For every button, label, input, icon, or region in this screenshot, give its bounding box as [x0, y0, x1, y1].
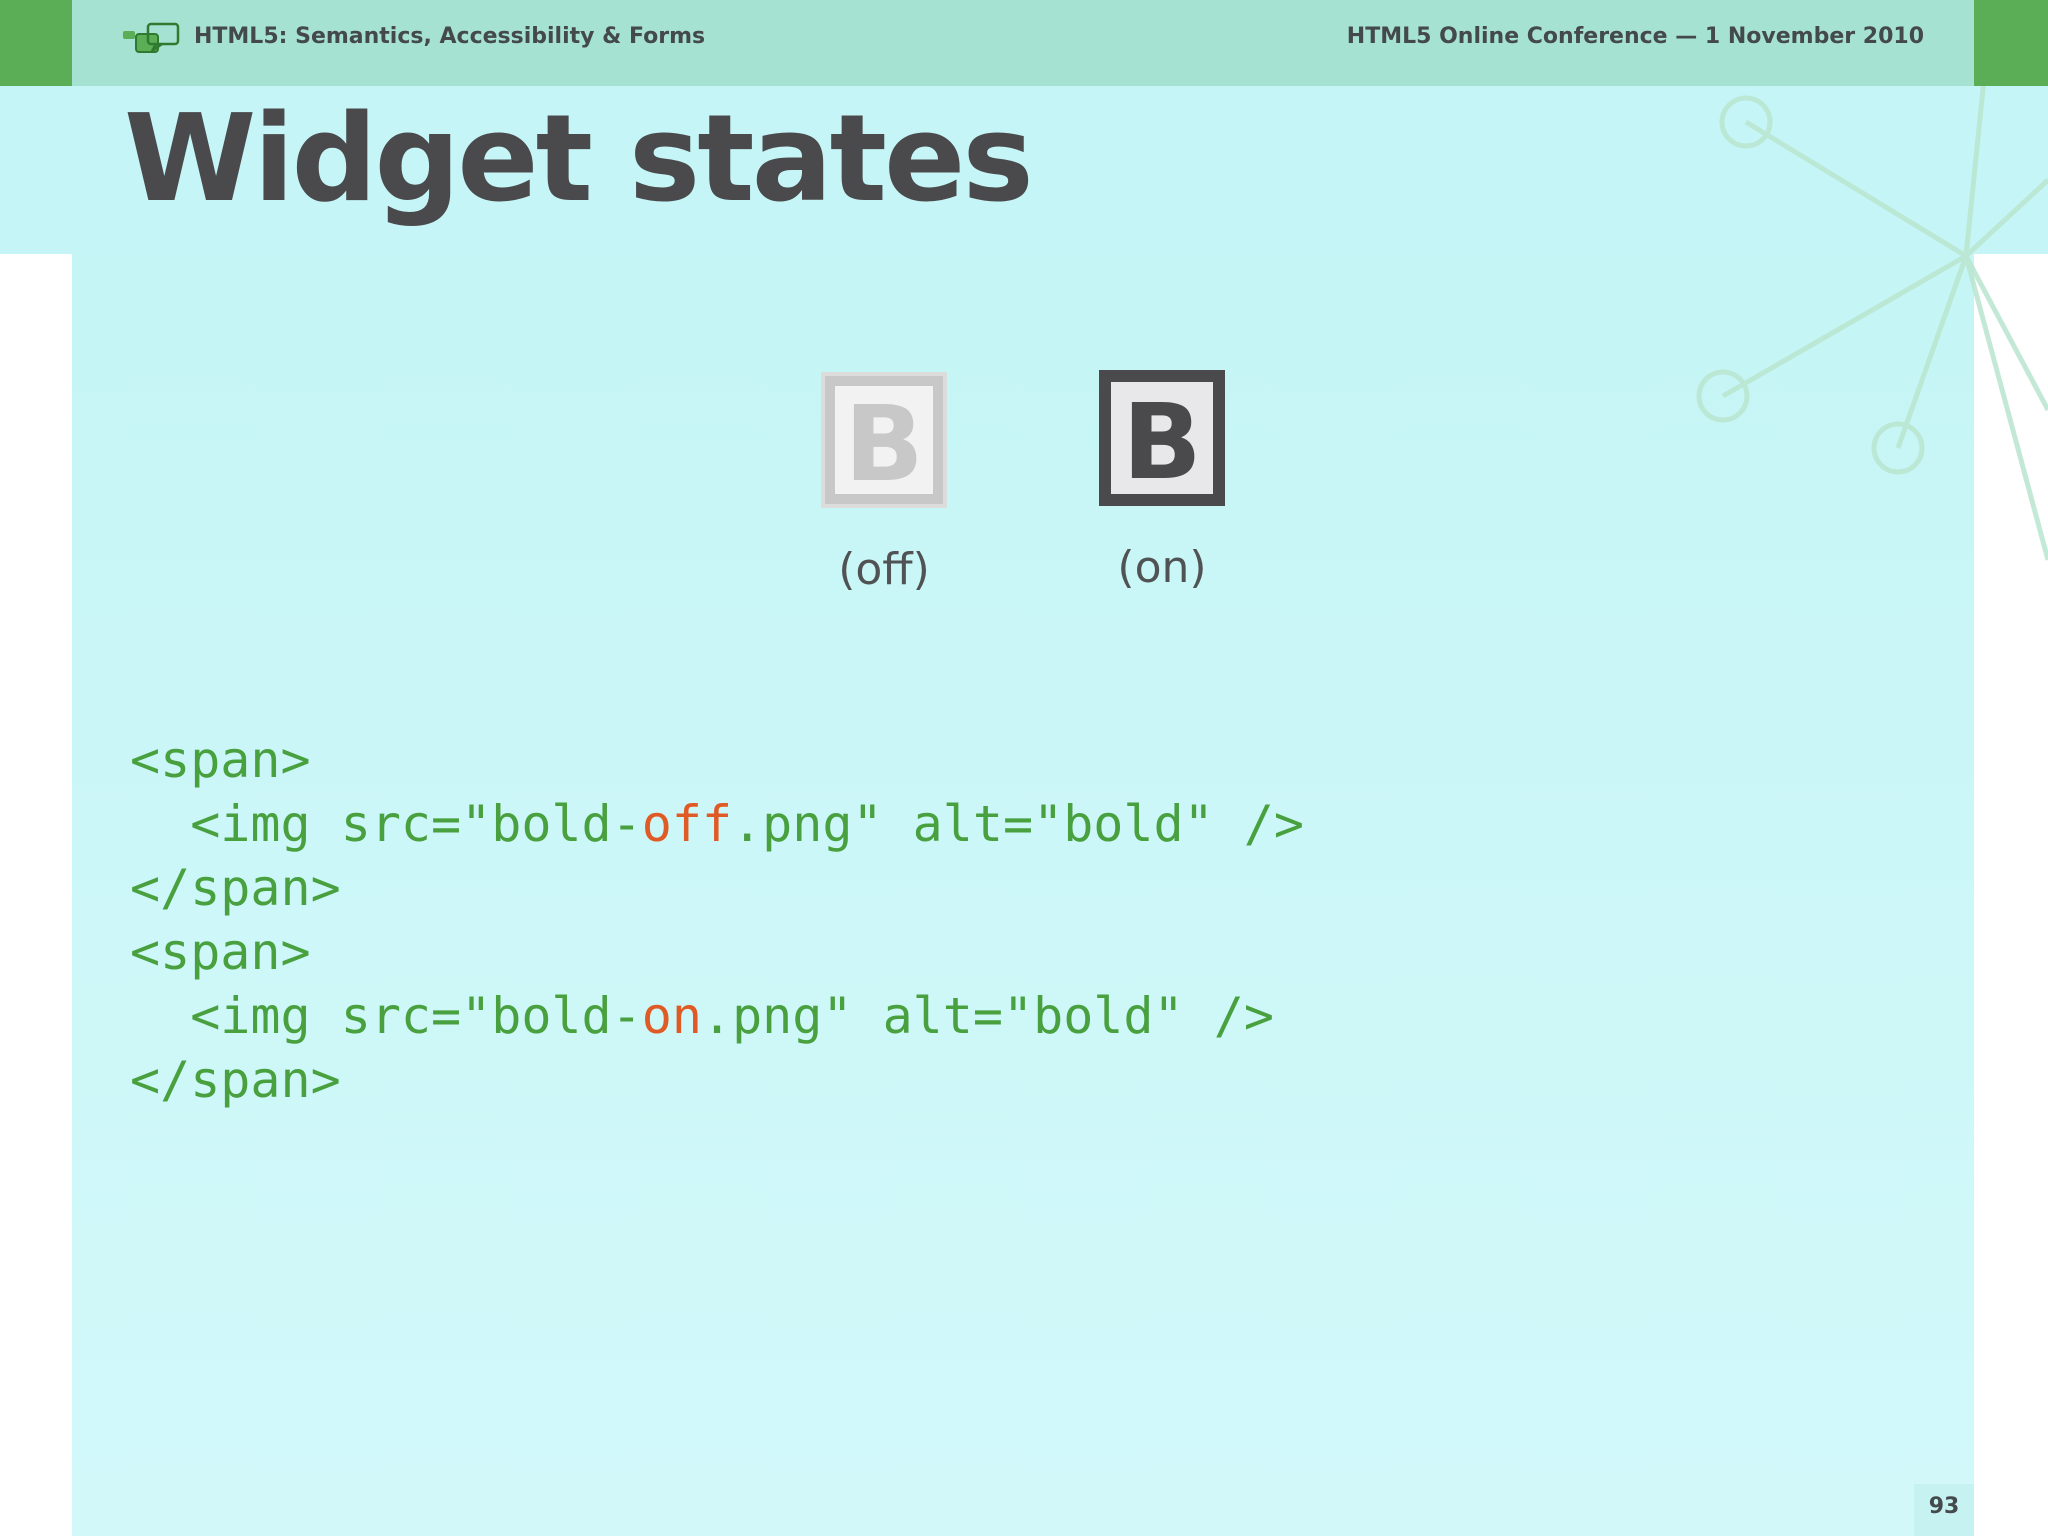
code-line: </span> — [130, 1051, 341, 1109]
code-line: <img src="bold-off.png" alt="bold" /> — [130, 795, 1304, 853]
code-text: <img src="bold- — [130, 795, 642, 853]
bold-on-icon: B — [1099, 370, 1225, 506]
bold-on-state: B (on) — [1062, 368, 1262, 593]
code-text: <img src="bold- — [130, 987, 642, 1045]
conference-info: HTML5 Online Conference — 1 November 201… — [1346, 24, 1924, 49]
bold-off-state: B (off) — [784, 370, 984, 595]
bold-on-glyph: B — [1122, 381, 1201, 503]
code-text: .png" alt="bold" /> — [732, 795, 1305, 853]
code-highlight: on — [641, 987, 702, 1045]
presentation-title: HTML5: Semantics, Accessibility & Forms — [194, 24, 706, 49]
on-label: (on) — [1117, 542, 1207, 593]
speech-bubbles-icon — [123, 22, 180, 53]
code-highlight: off — [641, 795, 733, 853]
header-corner-left — [0, 0, 72, 86]
slide: HTML5: Semantics, Accessibility & Forms … — [0, 0, 2048, 1536]
code-line: <span> — [130, 731, 311, 789]
code-line: <img src="bold-on.png" alt="bold" /> — [130, 987, 1274, 1045]
code-text: .png" alt="bold" /> — [701, 987, 1274, 1045]
network-decoration-icon — [1696, 0, 2048, 561]
header-corner-right — [1974, 0, 2048, 86]
bold-off-icon: B — [821, 372, 947, 508]
bold-off-glyph: B — [844, 383, 923, 505]
page-number: 93 — [1928, 1494, 1960, 1519]
code-line: </span> — [130, 859, 341, 917]
page-title: Widget states — [124, 90, 1034, 229]
code-block: <span> <img src="bold-off.png" alt="bold… — [130, 728, 1304, 1112]
off-label: (off) — [838, 544, 930, 595]
code-line: <span> — [130, 923, 311, 981]
